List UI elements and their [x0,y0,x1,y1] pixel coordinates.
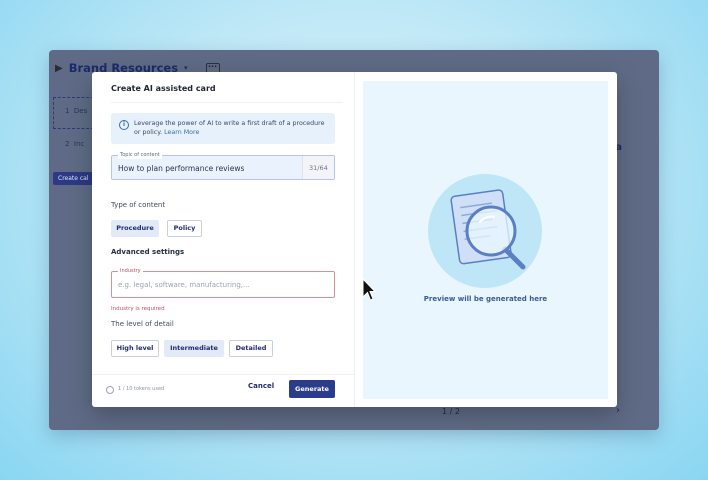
topic-label: Topic of content [118,151,162,159]
token-usage: 1 / 10 tokens used [118,386,165,392]
generate-button[interactable]: Generate [289,380,335,398]
info-icon: i [119,120,129,130]
modal-title: Create AI assisted card [111,84,216,93]
pane-divider [354,72,355,407]
level-of-detail-label: The level of detail [111,320,174,328]
next-page-button[interactable]: › [616,405,620,416]
topic-input[interactable]: Topic of content How to plan performance… [111,151,335,180]
policy-option[interactable]: Policy [167,220,202,237]
list-item-number: 1 [65,107,70,115]
cancel-button[interactable]: Cancel [248,382,274,390]
list-item-text: Inc [73,140,85,148]
form-pane: Create AI assisted card i Leverage the p… [92,72,354,407]
token-icon [106,386,114,394]
industry-label: Industry [118,267,143,275]
topic-counter-box: 31/64 [302,156,334,179]
industry-field[interactable]: Industry [111,267,335,298]
industry-error: Industry is required [111,306,165,312]
topic-value[interactable]: How to plan performance reviews [118,164,244,173]
character-counter: 31/64 [309,164,328,172]
info-message: Leverage the power of AI to write a firs… [134,120,325,136]
info-banner: i Leverage the power of AI to write a fi… [111,113,335,144]
mouse-cursor-icon [362,278,376,301]
chevron-down-icon[interactable]: ▾ [184,64,188,72]
folder-icon: ▶ [55,62,63,74]
create-ai-card-modal: Create AI assisted card i Leverage the p… [92,72,617,407]
preview-pane: Preview will be generated here [363,81,608,399]
footer-divider [92,374,354,375]
document-magnifier-icon [428,174,542,288]
list-item-number: 2 [65,140,70,148]
industry-input[interactable] [118,278,328,292]
preview-placeholder-text: Preview will be generated here [423,295,548,303]
high-level-option[interactable]: High level [111,340,159,357]
advanced-settings-label: Advanced settings [111,248,185,256]
background-list-item[interactable]: 1 Des [65,107,87,115]
background-list-item[interactable]: 2 Inc [65,140,84,148]
learn-more-link[interactable]: Learn More [164,129,199,136]
intermediate-option[interactable]: Intermediate [164,340,224,357]
procedure-option[interactable]: Procedure [111,220,159,237]
info-text: Leverage the power of AI to write a firs… [134,119,329,137]
type-of-content-label: Type of content [111,201,166,209]
list-item-text: Des [73,107,88,115]
pager: 1 / 2 [442,407,460,416]
detailed-option[interactable]: Detailed [229,340,273,357]
title-divider [111,102,343,103]
